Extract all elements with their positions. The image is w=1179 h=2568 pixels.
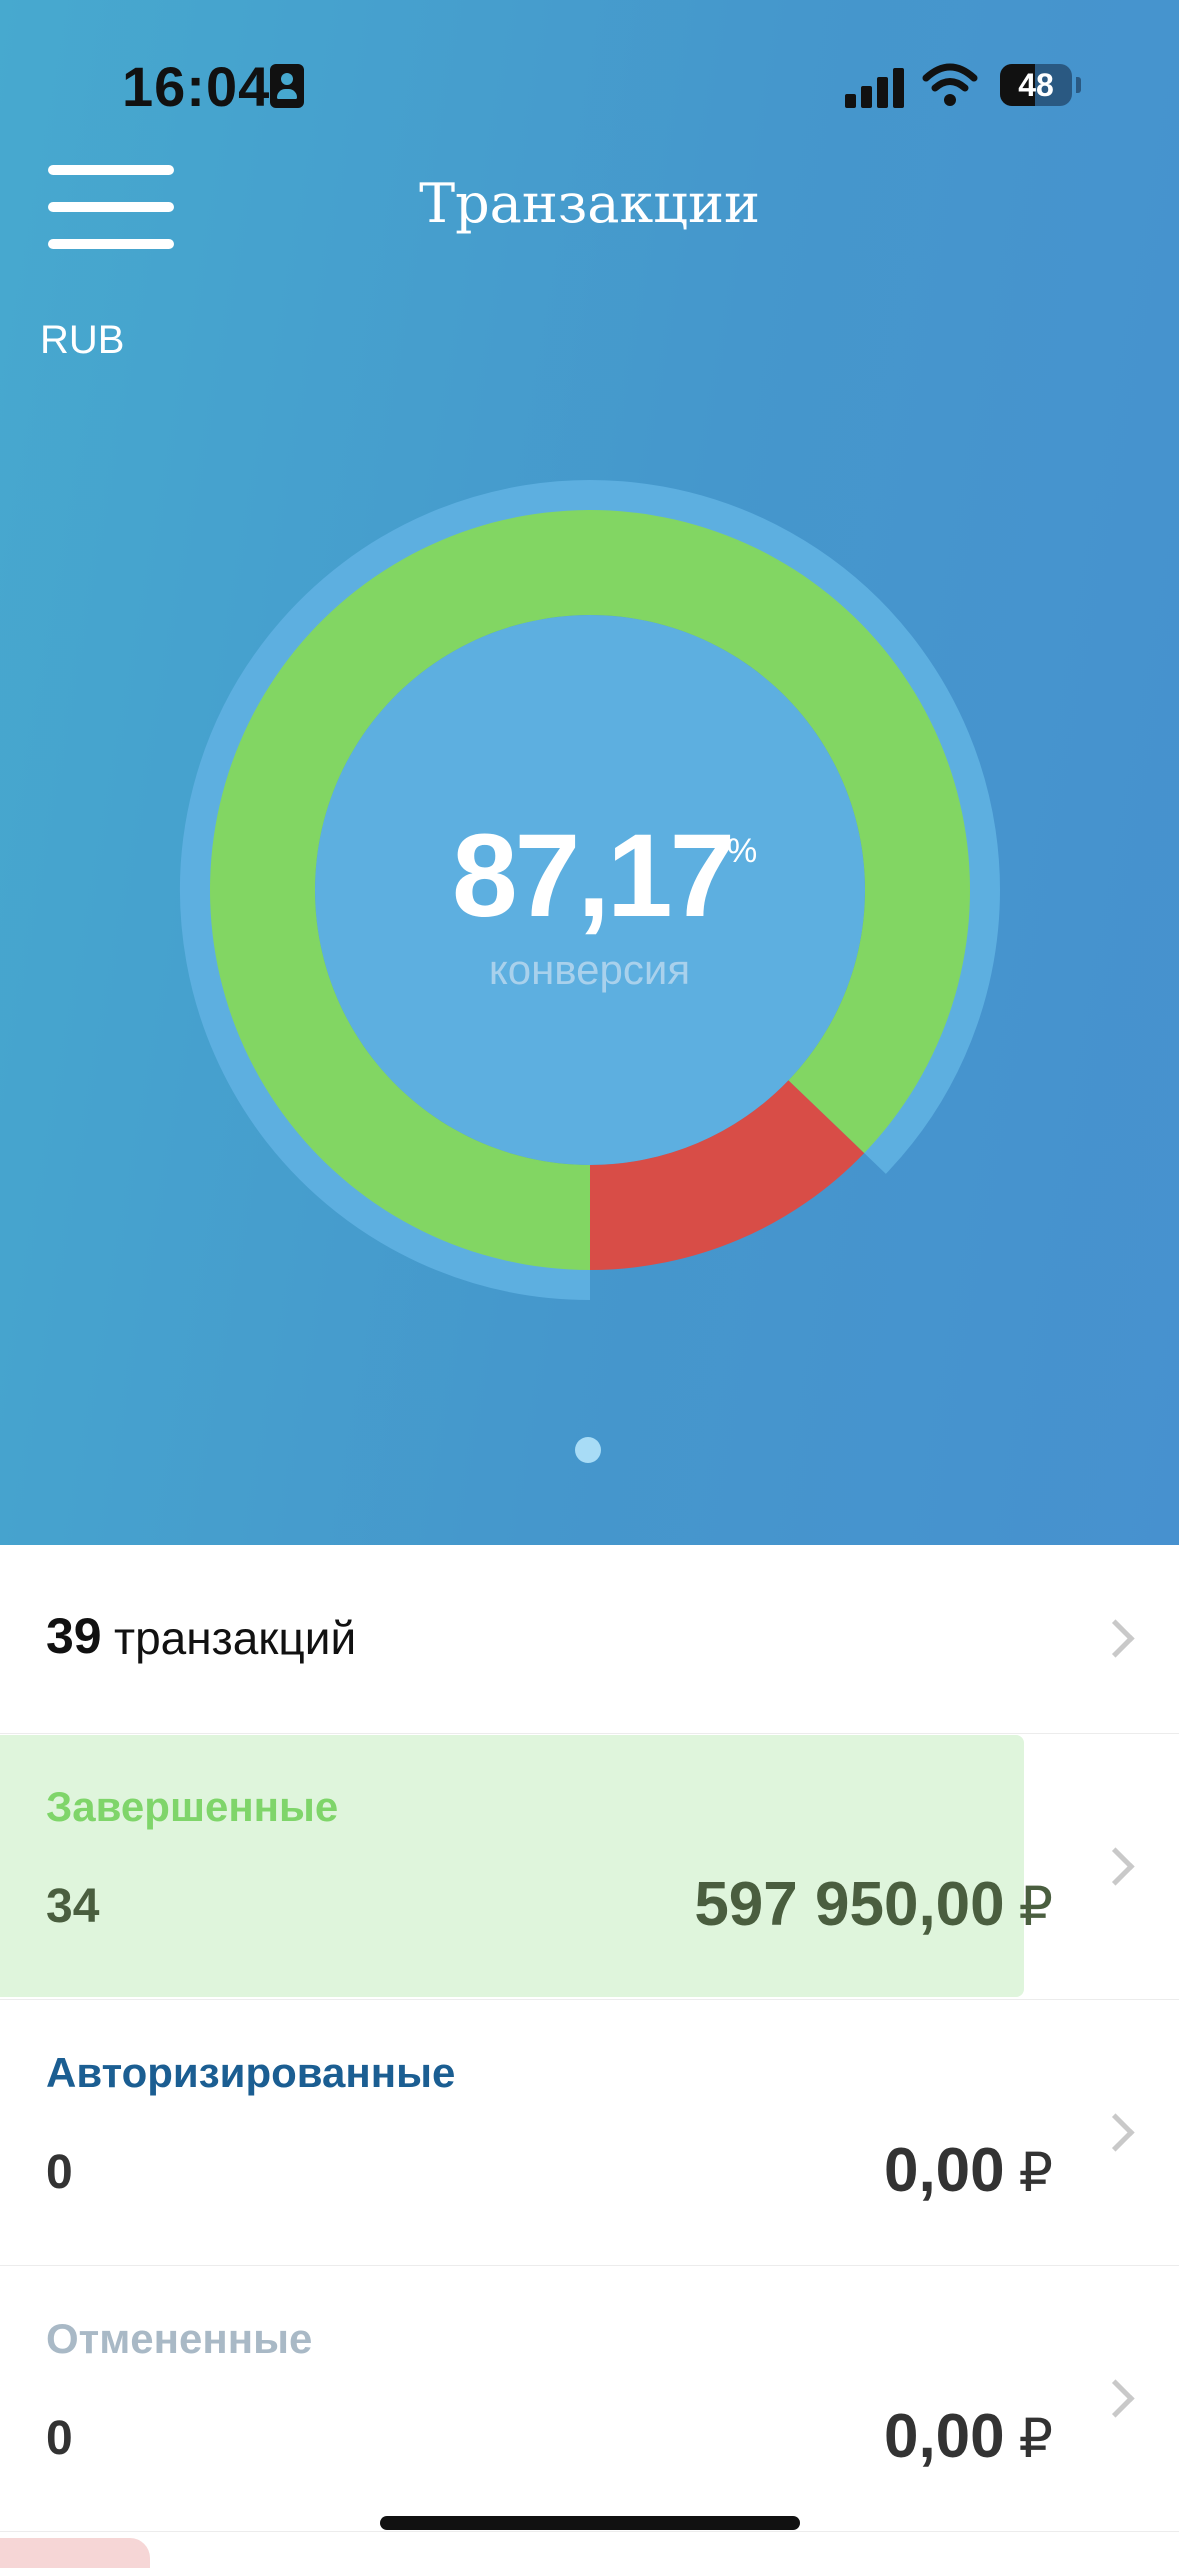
chevron-right-icon [1096, 2113, 1135, 2152]
status-amount: 0,00 ₽ [884, 2401, 1053, 2472]
chevron-right-icon [1096, 1619, 1135, 1658]
page-indicator-dot[interactable] [575, 1437, 601, 1463]
amount-value: 0,00 [883, 2402, 1005, 2471]
transactions-total-row[interactable]: 39 транзакций [0, 1545, 1179, 1734]
conversion-label: конверсия [488, 946, 691, 993]
battery-tip [1076, 77, 1081, 93]
currency-sign: ₽ [1018, 2409, 1053, 2469]
amount-value: 0,00 [883, 2136, 1005, 2205]
completed-share-bar [0, 1735, 1024, 1997]
status-row-cancelled[interactable]: Отмененные 0 0,00 ₽ [0, 2265, 1179, 2532]
next-row-peek [0, 2538, 150, 2568]
transactions-count: 39 [46, 1608, 102, 1664]
status-label: Завершенные [46, 1783, 339, 1830]
conversion-value: 87,17 [452, 810, 735, 942]
status-row-completed[interactable]: Завершенные 34 597 950,00 ₽ [0, 1733, 1179, 2000]
battery-icon: 48 [1000, 64, 1072, 106]
contact-card-icon [270, 64, 304, 108]
amount-value: 597 950,00 [694, 1870, 1005, 1939]
status-time: 16:04 [122, 55, 271, 118]
wifi-icon [922, 63, 978, 106]
home-indicator [380, 2516, 800, 2530]
cellular-signal-icon [845, 66, 905, 108]
status-label: Отмененные [46, 2315, 313, 2362]
status-row-authorized[interactable]: Авторизированные 0 0,00 ₽ [0, 1999, 1179, 2266]
transactions-label: транзакций [114, 1612, 357, 1664]
conversion-unit: % [727, 832, 758, 870]
status-count: 34 [46, 1880, 100, 1933]
chevron-right-icon [1096, 2379, 1135, 2418]
status-amount: 597 950,00 ₽ [694, 1869, 1053, 1940]
status-count: 0 [46, 2412, 73, 2465]
status-amount: 0,00 ₽ [884, 2135, 1053, 2206]
currency-selector[interactable]: RUB [40, 318, 124, 363]
battery-percent: 48 [1018, 67, 1054, 103]
currency-sign: ₽ [1018, 2143, 1053, 2203]
status-label: Авторизированные [46, 2049, 456, 2096]
currency-sign: ₽ [1018, 1877, 1053, 1937]
page-title: Транзакции [419, 172, 760, 235]
status-count: 0 [46, 2146, 73, 2199]
chevron-right-icon [1096, 1847, 1135, 1886]
